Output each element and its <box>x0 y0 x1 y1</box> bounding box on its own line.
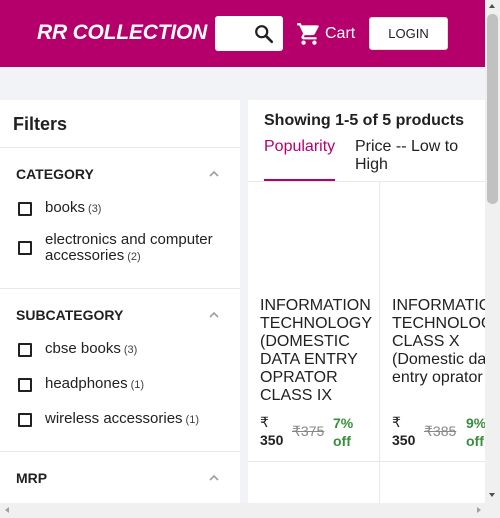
filter-checkbox[interactable] <box>18 202 32 216</box>
filter-section-title: SUBCATEGORY <box>16 307 124 323</box>
filter-option-count: (3) <box>123 344 138 356</box>
product-price: 350 <box>392 432 416 448</box>
cart-icon <box>297 23 319 45</box>
filter-checkbox[interactable] <box>18 413 32 427</box>
filter-option-count: (2) <box>127 251 141 263</box>
chevron-up-icon[interactable] <box>208 472 220 484</box>
chevron-up-icon[interactable] <box>208 168 220 180</box>
app-header: RR COLLECTION Cart LOGIN <box>0 0 485 67</box>
price-currency: ₹ <box>260 414 269 430</box>
filter-section-mrp: MRP <box>0 452 240 503</box>
product-mrp: ₹385 <box>424 423 457 439</box>
cart-button[interactable]: Cart <box>296 20 355 48</box>
filter-section-title: MRP <box>16 470 48 486</box>
products-panel: Showing 1-5 of 5 products Popularity Pri… <box>248 100 485 503</box>
filter-section-subcategory: SUBCATEGORY cbse books (3) headphones (1) … <box>0 289 240 452</box>
brand-logo[interactable]: RR COLLECTION <box>37 21 207 45</box>
scroll-right-arrow-icon[interactable] <box>477 507 481 513</box>
results-count: Showing 1-5 of 5 products <box>264 112 465 129</box>
filter-option[interactable]: electronics and computer accessories (2) <box>0 232 240 265</box>
filters-panel: Filters CATEGORY books (3) electronics an… <box>0 100 240 503</box>
search-box[interactable] <box>215 16 283 51</box>
product-card[interactable]: INFORMATION TECHNOLOGY (DOMESTIC DATA EN… <box>248 182 388 462</box>
product-mrp: ₹375 <box>292 423 325 439</box>
chevron-up-icon[interactable] <box>208 309 220 321</box>
horizontal-scrollbar[interactable] <box>0 503 500 518</box>
filter-option-label: wireless accessories <box>45 410 183 427</box>
filter-section-category: CATEGORY books (3) electronics and comput… <box>0 148 240 289</box>
product-title[interactable]: INFORMATION TECHNOLOGY CLASS X (Domestic… <box>392 297 485 387</box>
filter-option-count: (1) <box>185 414 199 426</box>
filter-section-title: CATEGORY <box>16 166 94 182</box>
filter-option[interactable]: cbse books (3) <box>0 341 240 358</box>
filter-option[interactable]: books (3) <box>0 200 240 217</box>
cart-label: Cart <box>325 25 356 42</box>
price-currency: ₹ <box>392 414 401 430</box>
sort-tab-popularity[interactable]: Popularity <box>264 138 335 156</box>
filter-section-header[interactable]: CATEGORY <box>0 148 240 200</box>
product-price: 350 <box>260 432 284 448</box>
filter-section-header[interactable]: SUBCATEGORY <box>0 289 240 341</box>
product-title[interactable]: INFORMATION TECHNOLOGY (DOMESTIC DATA EN… <box>260 297 388 405</box>
scroll-up-arrow-icon[interactable] <box>489 4 495 8</box>
filter-option-label: books <box>45 199 86 216</box>
filter-option[interactable]: headphones (1) <box>0 376 240 393</box>
sort-tab-price-low-high[interactable]: Price -- Low to High <box>355 138 475 174</box>
discount-badge: 9% off <box>466 415 485 449</box>
filters-title: Filters <box>0 100 240 148</box>
vertical-scrollbar-thumb[interactable] <box>487 14 498 204</box>
filter-checkbox[interactable] <box>18 378 32 392</box>
search-icon[interactable] <box>253 23 275 45</box>
filter-option-label: headphones <box>45 375 128 392</box>
filter-option-count: (1) <box>130 379 145 391</box>
discount-badge: 7% off <box>333 415 354 449</box>
filter-section-header[interactable]: MRP <box>0 452 240 503</box>
filter-option[interactable]: wireless accessories (1) <box>0 411 240 428</box>
filter-option-label: cbse books <box>45 340 121 357</box>
filter-checkbox[interactable] <box>18 343 32 357</box>
filter-checkbox[interactable] <box>18 241 32 255</box>
login-button[interactable]: LOGIN <box>369 17 448 50</box>
filter-option-count: (3) <box>88 203 102 215</box>
scroll-down-arrow-icon[interactable] <box>489 493 495 497</box>
scroll-left-arrow-icon[interactable] <box>5 507 9 513</box>
